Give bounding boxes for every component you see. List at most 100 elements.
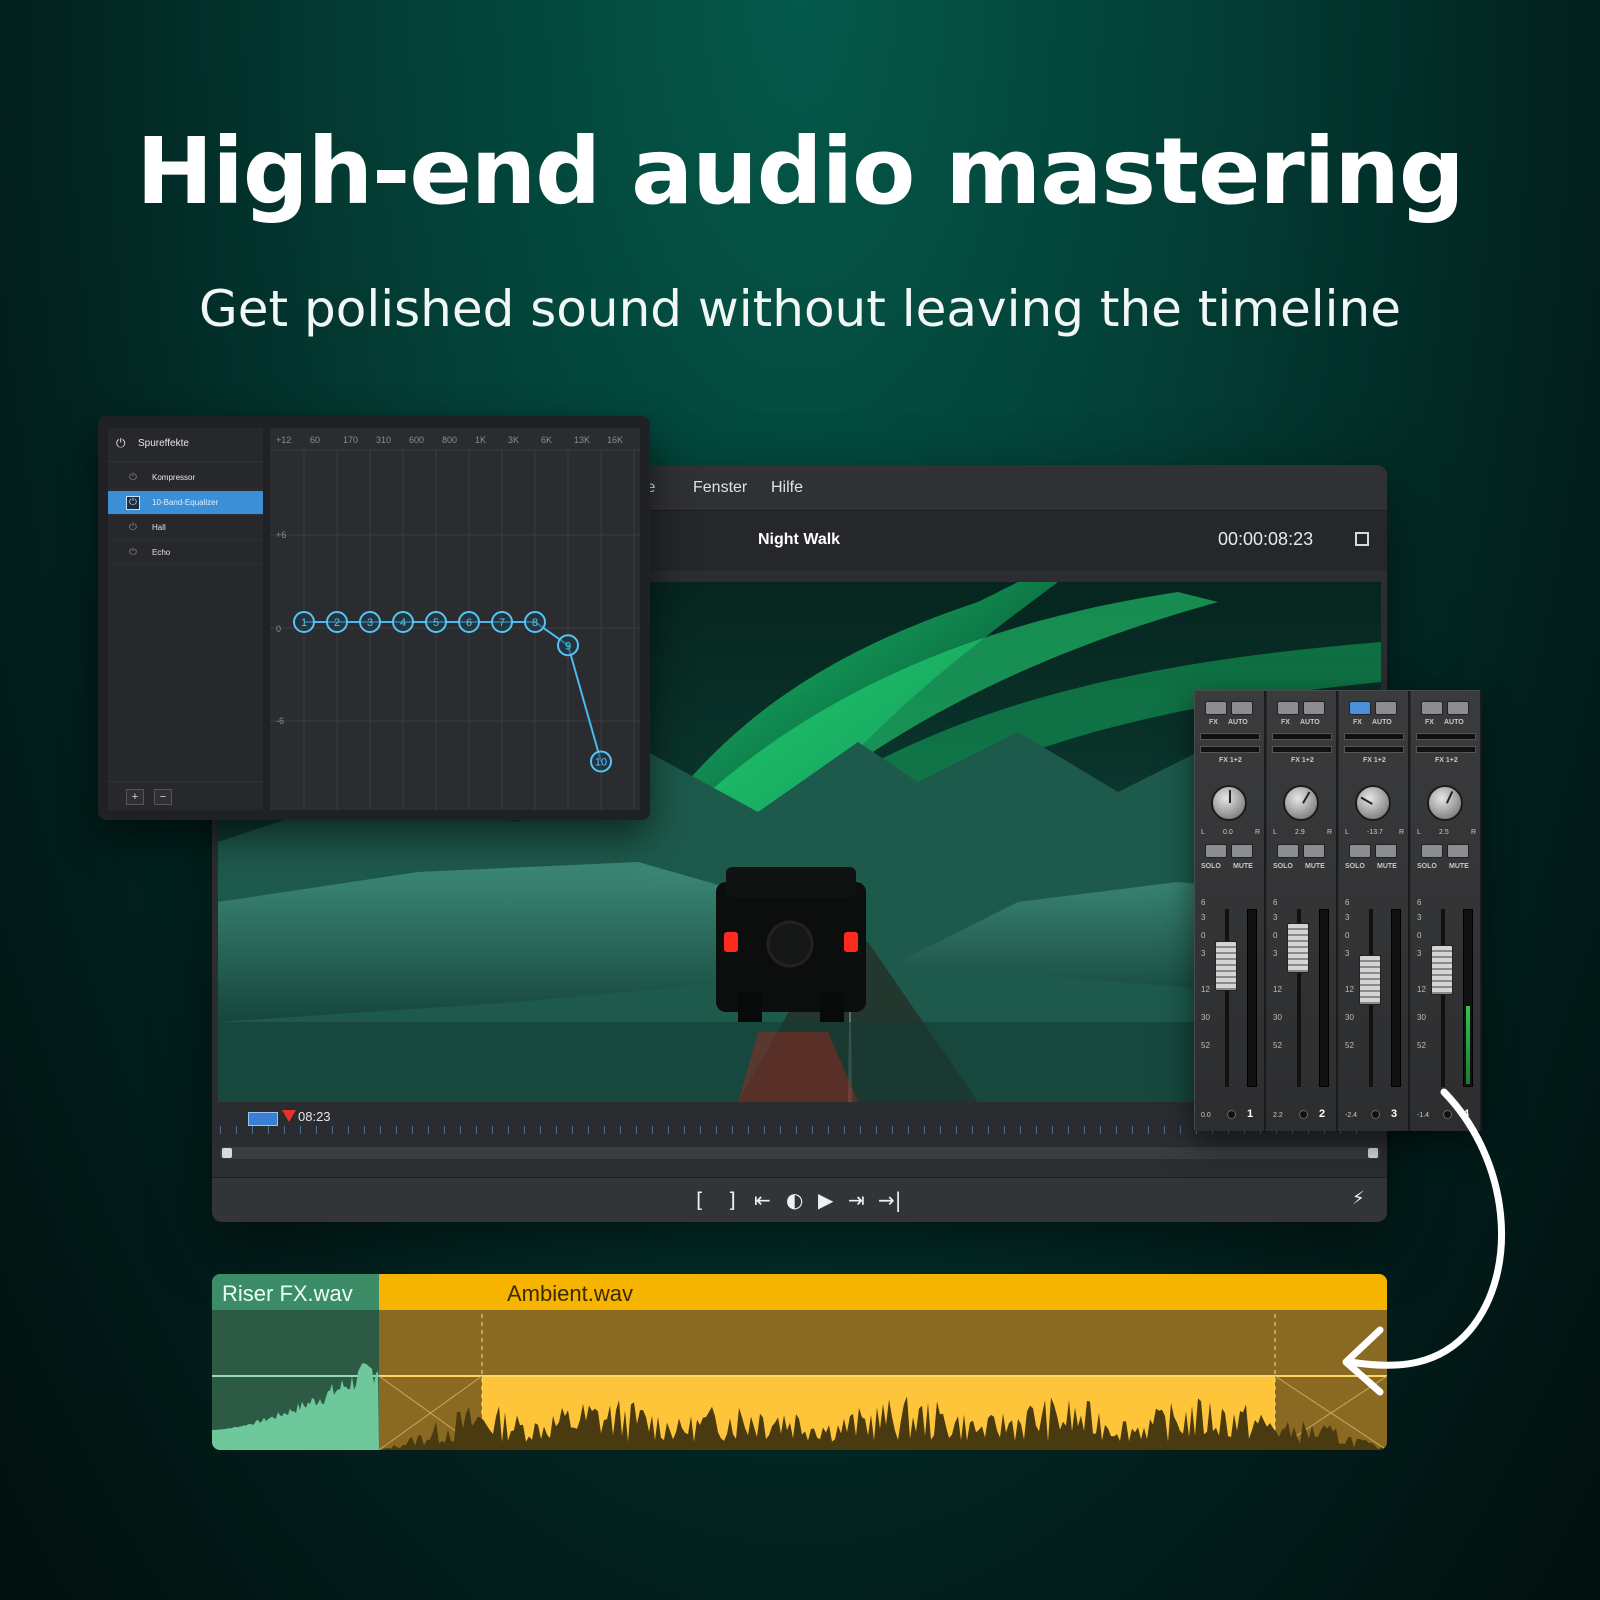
eq-band-label: 5 [433,617,439,629]
power-icon[interactable]: ⏻ [126,471,140,485]
effect-item-reverb[interactable]: ⏻ Hall [108,516,263,540]
solo-label: SOLO [1417,863,1437,870]
send-slot[interactable] [1272,746,1332,753]
record-icon[interactable] [1443,1110,1452,1119]
playhead-marker[interactable] [282,1110,296,1122]
solo-label: SOLO [1273,863,1293,870]
mute-button[interactable] [1303,844,1325,858]
fx-label: FX [1281,719,1290,726]
send-slot[interactable] [1416,733,1476,740]
pan-knob[interactable] [1283,785,1319,821]
auto-button[interactable] [1447,701,1469,715]
send-slot[interactable] [1200,733,1260,740]
mixer-channel-2: FX AUTO FX 1+2 L 2.9 R SOLO MUTE 6 3 0 3 12 30 52 2.2 2 [1267,691,1338,1131]
eq-curve-line [304,621,602,762]
fx-button[interactable] [1349,701,1371,715]
send-slot[interactable] [1344,746,1404,753]
send-slot[interactable] [1416,746,1476,753]
send-slot[interactable] [1272,733,1332,740]
solo-button[interactable] [1277,844,1299,858]
mark-out-button[interactable]: ] [728,1188,736,1212]
auto-button[interactable] [1303,701,1325,715]
remove-effect-button[interactable]: − [154,789,172,805]
mark-in-button[interactable]: [ [696,1188,704,1212]
scroll-handle-end[interactable] [1368,1148,1378,1158]
fader-scale-label: 52 [1201,1041,1210,1050]
volume-fader[interactable] [1359,955,1381,1005]
go-to-start-button[interactable]: ⇤ [754,1188,771,1212]
fader-scale-label: 3 [1345,913,1350,922]
pan-knob[interactable] [1355,785,1391,821]
power-icon[interactable]: ⏻ [116,436,126,451]
volume-fader[interactable] [1287,923,1309,973]
fx-button[interactable] [1421,701,1443,715]
fader-track [1225,909,1229,1087]
fader-scale-label: 6 [1417,898,1422,907]
transport-bar: [ ] ⇤ ◐ ▶ ⇥ →| ⚡ [212,1177,1387,1222]
timeline-scrollbar[interactable] [220,1147,1380,1159]
solo-button[interactable] [1205,844,1227,858]
pan-knob[interactable] [1211,785,1247,821]
mute-button[interactable] [1375,844,1397,858]
track-effects-panel: ⏻ Spureffekte ⏻ Kompressor ⏻ 10-Band-Equ… [98,416,650,820]
fader-scale-label: 12 [1417,985,1426,994]
audio-clip-ambient[interactable]: Ambient.wav [379,1274,1387,1450]
auto-label: AUTO [1300,719,1320,726]
fader-scale-label: 3 [1273,949,1278,958]
effect-item-compressor[interactable]: ⏻ Kompressor [108,466,263,490]
audio-clip-riser[interactable]: Riser FX.wav [212,1274,379,1450]
solo-button[interactable] [1421,844,1443,858]
fx-label: FX [1425,719,1434,726]
eq-frequency-label: 16K [607,435,623,445]
pan-knob[interactable] [1427,785,1463,821]
mute-label: MUTE [1305,863,1325,870]
pan-right-label: R [1327,829,1333,836]
fx-label: FX [1353,719,1362,726]
mute-button[interactable] [1447,844,1469,858]
send-slot[interactable] [1344,733,1404,740]
send-slot[interactable] [1200,746,1260,753]
add-effect-button[interactable]: + [126,789,144,805]
maximize-icon[interactable] [1355,532,1369,546]
ambient-waveform [379,1310,1387,1450]
volume-fader[interactable] [1215,941,1237,991]
power-icon[interactable]: ⏻ [126,521,140,535]
record-icon[interactable] [1299,1110,1308,1119]
skip-forward-button[interactable]: →| [878,1188,902,1212]
scroll-handle-start[interactable] [222,1148,232,1158]
eq-frequency-label: 600 [409,435,424,445]
effect-item-echo[interactable]: ⏻ Echo [108,541,263,565]
equalizer-graph[interactable]: 60 170 310 600 800 1K 3K 6K 13K 16K +12 +6 0 -6 1 2 3 4 5 6… [270,428,640,810]
fx-button[interactable] [1277,701,1299,715]
pan-value: 2.5 [1439,829,1449,836]
channel-number: 1 [1247,1108,1254,1120]
menu-item-window[interactable]: Fenster [693,479,747,497]
effect-item-equalizer[interactable]: ⏻ 10-Band-Equalizer [108,491,263,515]
auto-button[interactable] [1375,701,1397,715]
go-to-end-button[interactable]: ⇥ [848,1188,865,1212]
eq-gain-label: 0 [276,624,281,634]
power-icon[interactable]: ⏻ [126,496,140,510]
mute-button[interactable] [1231,844,1253,858]
pan-left-label: L [1417,829,1421,836]
clip-name: Ambient.wav [507,1281,633,1306]
in-marker[interactable] [248,1112,278,1126]
menu-item-help[interactable]: Hilfe [771,479,803,497]
fader-scale-label: 0 [1345,931,1350,940]
fx-button[interactable] [1205,701,1227,715]
mute-label: MUTE [1377,863,1397,870]
auto-button[interactable] [1231,701,1253,715]
eq-gain-label: +6 [276,530,286,540]
mute-label: MUTE [1233,863,1253,870]
loop-button[interactable]: ◐ [786,1188,803,1212]
play-button[interactable]: ▶ [818,1188,833,1212]
eq-frequency-label: 6K [541,435,552,445]
fader-scale-label: 52 [1273,1041,1282,1050]
equalizer-curve[interactable]: 60 170 310 600 800 1K 3K 6K 13K 16K +12 +6 0 -6 1 2 3 4 5 6… [270,428,640,810]
power-icon[interactable]: ⏻ [126,546,140,560]
solo-button[interactable] [1349,844,1371,858]
lightning-icon[interactable]: ⚡ [1352,1188,1365,1209]
record-icon[interactable] [1227,1110,1236,1119]
volume-fader[interactable] [1431,945,1453,995]
record-icon[interactable] [1371,1110,1380,1119]
